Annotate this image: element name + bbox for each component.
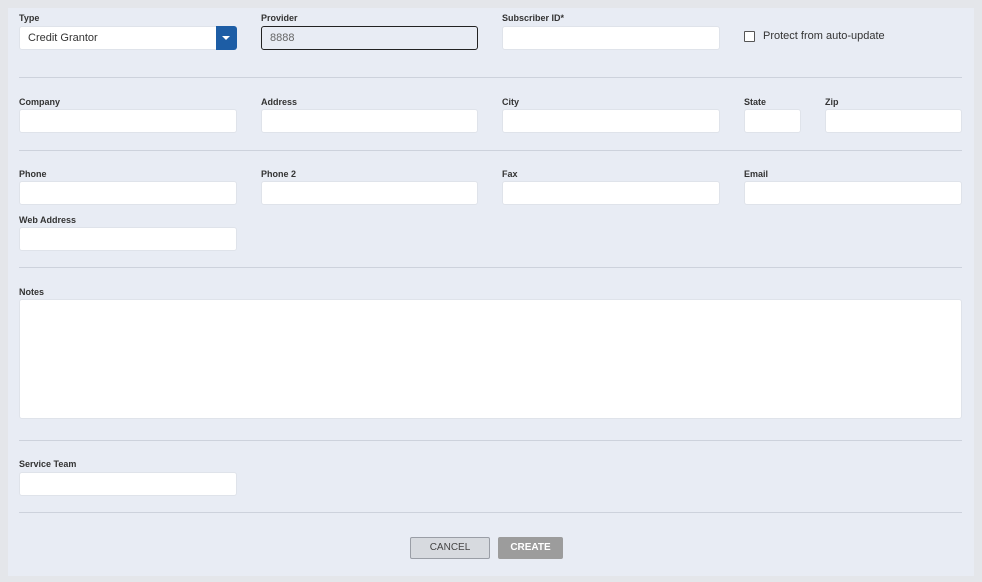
protect-auto-update-label[interactable]: Protect from auto-update [763, 30, 885, 42]
phone-field[interactable] [19, 181, 237, 205]
phone-label: Phone [19, 169, 47, 179]
address-field[interactable] [261, 109, 478, 133]
address-label: Address [261, 97, 298, 107]
section-divider [19, 267, 962, 268]
service-team-label: Service Team [19, 459, 77, 469]
create-button[interactable]: CREATE [498, 537, 563, 559]
email-field[interactable] [744, 181, 962, 205]
phone2-label: Phone 2 [261, 169, 297, 179]
zip-label: Zip [825, 97, 839, 107]
company-label: Company [19, 97, 61, 107]
section-divider [19, 512, 962, 513]
subscriber-id-field[interactable] [502, 26, 720, 50]
type-label: Type [19, 13, 40, 23]
fax-field[interactable] [502, 181, 720, 205]
notes-textarea[interactable] [19, 299, 962, 419]
type-dropdown-button[interactable] [216, 26, 237, 50]
type-select[interactable]: Credit Grantor [19, 26, 237, 50]
checkbox-icon[interactable] [744, 31, 755, 42]
zip-field[interactable] [825, 109, 962, 133]
notes-label: Notes [19, 287, 45, 297]
phone2-field[interactable] [261, 181, 478, 205]
section-divider [19, 150, 962, 151]
caret-down-icon [222, 36, 230, 40]
state-field[interactable] [744, 109, 801, 133]
provider-field[interactable] [261, 26, 478, 50]
service-team-field[interactable] [19, 472, 237, 496]
email-label: Email [744, 169, 769, 179]
section-divider [19, 440, 962, 441]
web-address-field[interactable] [19, 227, 237, 251]
provider-label: Provider [261, 13, 298, 23]
section-divider [19, 77, 962, 78]
state-label: State [744, 97, 767, 107]
city-label: City [502, 97, 520, 107]
subscriber-id-label: Subscriber ID* [502, 13, 565, 23]
city-field[interactable] [502, 109, 720, 133]
company-field[interactable] [19, 109, 237, 133]
cancel-button[interactable]: CANCEL [410, 537, 490, 559]
type-select-value: Credit Grantor [28, 32, 98, 44]
fax-label: Fax [502, 169, 518, 179]
web-address-label: Web Address [19, 215, 77, 225]
